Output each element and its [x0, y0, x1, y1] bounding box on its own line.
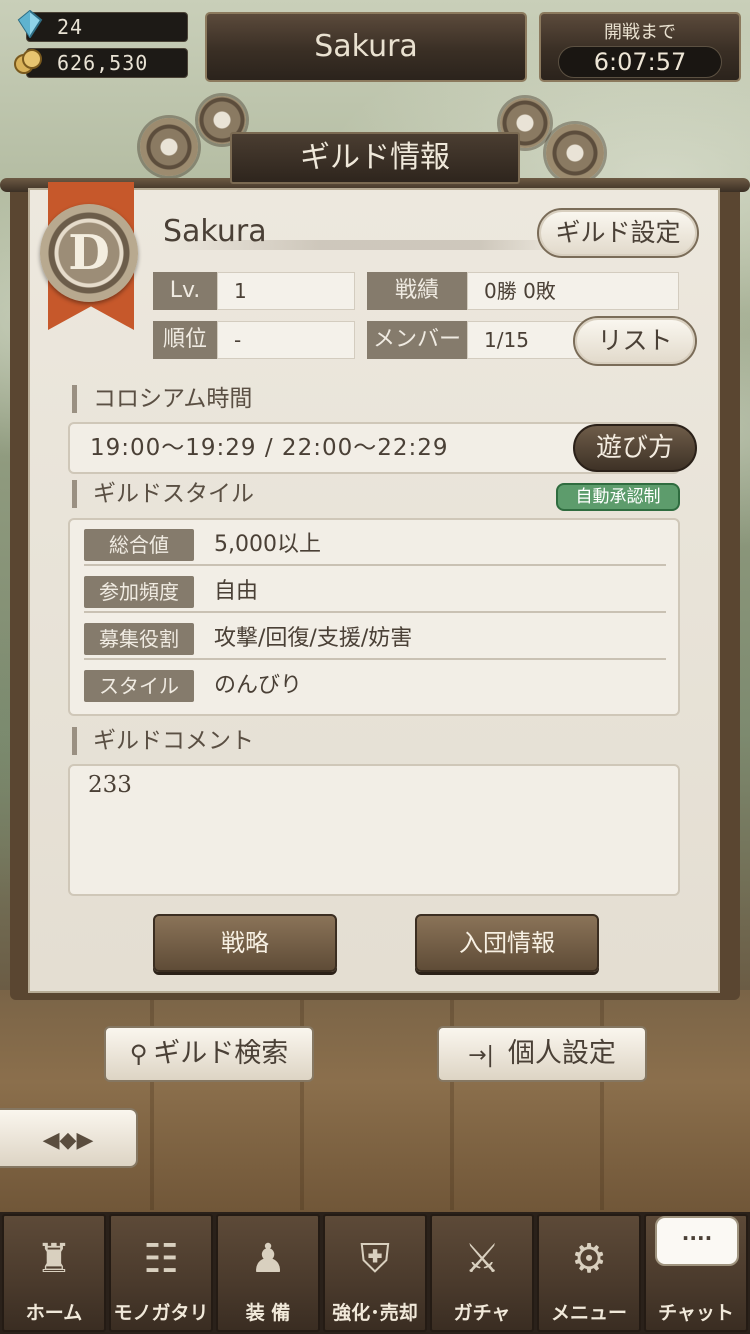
nav-story[interactable]: ☷ モノガタリ: [109, 1214, 213, 1332]
personal-settings-label: 個人設定: [507, 1038, 616, 1069]
how-to-play-button[interactable]: 遊び方: [573, 424, 697, 472]
crystal-icon: [17, 10, 43, 38]
puppet-icon: ♟: [250, 1236, 286, 1282]
nav-label: 強化･売却: [332, 1302, 418, 1324]
guild-name: Sakura: [163, 214, 267, 249]
nav-enhance[interactable]: ⛨ 強化･売却: [323, 1214, 427, 1332]
guild-comment-title: ギルドコメント: [72, 727, 254, 755]
colosseum-time-title: コロシアム時間: [72, 385, 252, 413]
nav-label: 装 備: [245, 1302, 291, 1324]
battle-timer: 開戦まで 6:07:57: [539, 12, 741, 82]
enter-icon: →|: [468, 1043, 494, 1068]
members-label: メンバー: [367, 321, 467, 359]
swords-icon: ⚔: [464, 1236, 500, 1282]
nav-home[interactable]: ♜ ホーム: [2, 1214, 106, 1332]
gold-count: 626,530: [57, 51, 149, 75]
player-name: Sakura: [314, 29, 418, 64]
member-list-button[interactable]: リスト: [573, 316, 697, 366]
level-value: 1: [217, 272, 355, 310]
auto-approval-badge: 自動承認制: [556, 483, 680, 511]
rank-value: -: [217, 321, 355, 359]
record-value: 0勝 0敗: [467, 272, 679, 310]
guild-rank-emblem: D: [40, 204, 138, 302]
chat-bubble-icon: ····: [655, 1216, 739, 1266]
nav-gacha[interactable]: ⚔ ガチャ: [430, 1214, 534, 1332]
gear-icon: ⚙: [571, 1236, 607, 1282]
style-value: 5,000以上: [214, 532, 321, 557]
shield-icon: ⛨: [360, 1236, 390, 1282]
book-icon: ☷: [143, 1236, 179, 1282]
timer-label: 開戦まで: [604, 22, 676, 43]
style-row-roles: 募集役割 攻撃/回復/支援/妨害: [84, 618, 666, 660]
style-value: 攻撃/回復/支援/妨害: [214, 626, 413, 651]
guild-search-button[interactable]: ⚲ ギルド検索: [104, 1026, 314, 1082]
style-row-total: 総合値 5,000以上: [84, 524, 666, 566]
nav-label: メニュー: [550, 1302, 627, 1324]
gem-counter: 24: [26, 12, 188, 42]
back-arrow-icon: ◀◆▶: [42, 1128, 94, 1153]
style-value: のんびり: [214, 673, 303, 698]
rank-label: 順位: [153, 321, 217, 359]
guild-search-label: ギルド検索: [153, 1038, 289, 1069]
level-label: Lv.: [153, 272, 217, 310]
gear-decoration-icon: [140, 118, 198, 176]
search-icon: ⚲: [129, 1040, 148, 1068]
nav-label: ホーム: [25, 1302, 83, 1324]
style-row-style: スタイル のんびり: [84, 665, 666, 707]
nav-menu[interactable]: ⚙ メニュー: [537, 1214, 641, 1332]
nav-label: ガチャ: [453, 1302, 511, 1324]
castle-icon: ♜: [36, 1236, 72, 1282]
record-label: 戦績: [367, 272, 467, 310]
player-name-banner: Sakura: [205, 12, 527, 82]
guild-style-box: 総合値 5,000以上 参加頻度 自由 募集役割 攻撃/回復/支援/妨害 スタイ…: [68, 518, 680, 716]
style-label: スタイル: [84, 670, 194, 702]
coins-icon: [14, 49, 42, 74]
panel-title: ギルド情報: [230, 132, 520, 184]
back-button[interactable]: ◀◆▶: [0, 1108, 138, 1168]
guild-settings-button[interactable]: ギルド設定: [537, 208, 699, 258]
style-label: 総合値: [84, 529, 194, 561]
style-label: 募集役割: [84, 623, 194, 655]
gem-count: 24: [57, 15, 84, 39]
strategy-button[interactable]: 戦略: [153, 914, 337, 972]
personal-settings-button[interactable]: →| 個人設定: [437, 1026, 647, 1082]
style-value: 自由: [214, 579, 259, 604]
wooden-floor: [0, 990, 750, 1220]
join-info-button[interactable]: 入団情報: [415, 914, 599, 972]
gear-decoration-icon: [546, 124, 604, 182]
gold-counter: 626,530: [26, 48, 188, 78]
timer-value: 6:07:57: [558, 46, 722, 78]
style-label: 参加頻度: [84, 576, 194, 608]
style-row-frequency: 参加頻度 自由: [84, 571, 666, 613]
nav-equip[interactable]: ♟ 装 備: [216, 1214, 320, 1332]
nav-label: チャット: [658, 1302, 734, 1324]
nav-label: モノガタリ: [113, 1302, 209, 1324]
guild-comment-text: 233: [68, 764, 680, 896]
guild-style-title: ギルドスタイル: [72, 480, 254, 508]
